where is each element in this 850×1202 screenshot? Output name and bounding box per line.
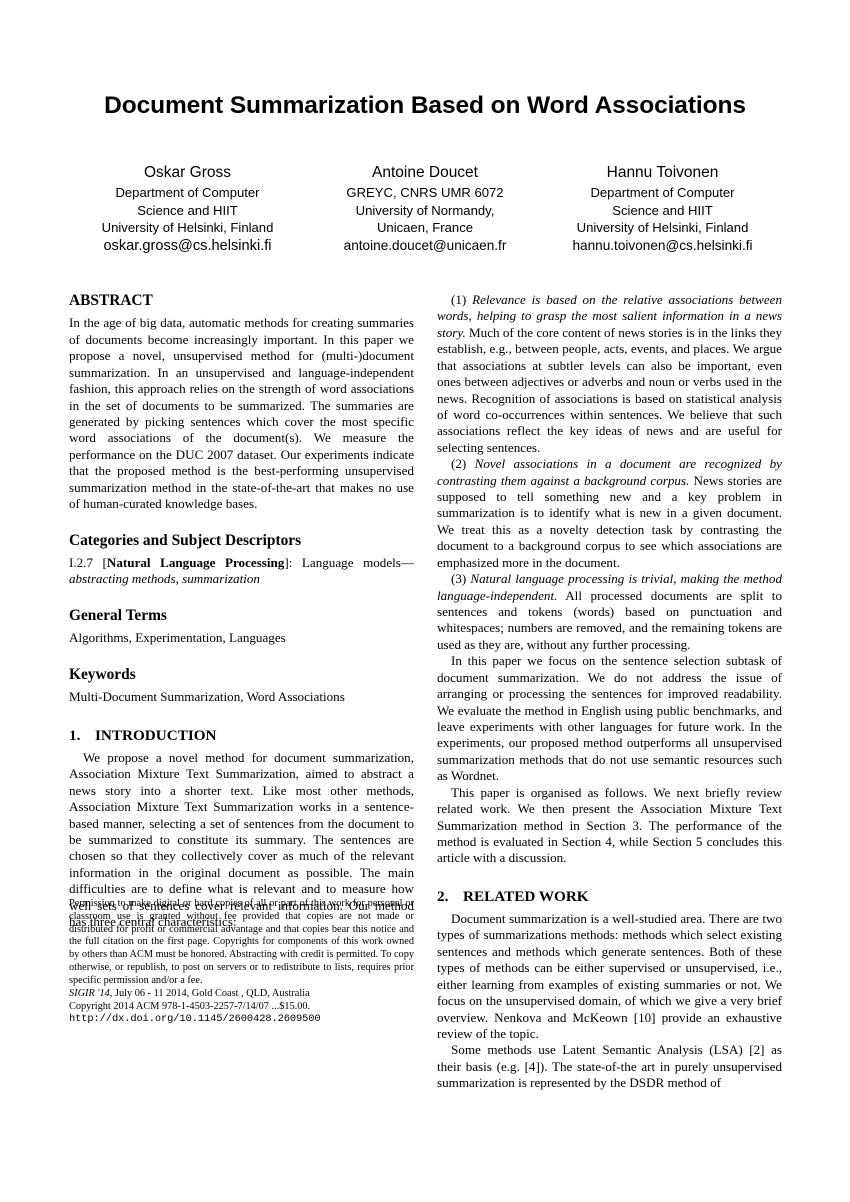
section-title: RELATED WORK — [463, 887, 589, 905]
paper-page: Document Summarization Based on Word Ass… — [0, 0, 850, 1202]
author-affiliation-line: University of Normandy, — [355, 202, 495, 218]
author-3: Hannu Toivonen Department of Computer Sc… — [544, 163, 781, 257]
author-email[interactable]: antoine.doucet@unicaen.fr — [307, 237, 544, 255]
heading-general-terms: General Terms — [69, 606, 167, 624]
left-column: ABSTRACT In the age of big data, automat… — [69, 292, 414, 931]
copyright-block: Permission to make digital or hard copie… — [69, 898, 414, 1026]
keywords-text: Multi-Document Summarization, Word Assoc… — [69, 689, 345, 705]
heading-introduction: 1. INTRODUCTION — [69, 727, 414, 745]
venue-name: SIGIR '14, — [69, 987, 113, 999]
copyright-acm-line: Copyright 2014 ACM 978-1-4503-2257-7/14/… — [69, 1000, 311, 1012]
heading-abstract: ABSTRACT — [69, 292, 153, 309]
characteristic-1: (1) Relevance is based on the relative a… — [437, 292, 782, 456]
author-name: Antoine Doucet — [372, 164, 478, 181]
categories-descriptor: Natural Language Processing — [106, 555, 285, 571]
categories-text: I.2.7 [Natural Language Processing]: Lan… — [69, 555, 414, 588]
characteristic-1-body: Much of the core content of news stories… — [437, 324, 782, 455]
author-affiliation-line: Science and HIIT — [612, 202, 713, 218]
author-affiliation-line: Department of Computer — [115, 185, 260, 201]
author-affiliation-line: University of Helsinki, Finland — [101, 220, 274, 236]
related-work-paragraph-2: Some methods use Latent Semantic Analysi… — [437, 1042, 782, 1091]
categories-mid: ]: Language models— — [284, 555, 414, 571]
author-affiliation-line: Science and HIIT — [137, 202, 238, 218]
section-title: INTRODUCTION — [95, 726, 217, 744]
intro-paragraph-4: In this paper we focus on the sentence s… — [437, 653, 782, 784]
heading-related-work: 2. RELATED WORK — [437, 888, 782, 906]
general-terms-text: Algorithms, Experimentation, Languages — [69, 630, 286, 646]
characteristic-2-number: (2) — [451, 456, 475, 472]
author-2: Antoine Doucet GREYC, CNRS UMR 6072 Univ… — [307, 163, 544, 257]
section-number: 2. — [437, 887, 449, 905]
doi-link[interactable]: http://dx.doi.org/10.1145/2600428.260950… — [69, 1013, 414, 1026]
author-email[interactable]: hannu.toivonen@cs.helsinki.fi — [544, 237, 781, 255]
categories-subjects: abstracting methods, summarization — [69, 571, 260, 587]
author-name: Hannu Toivonen — [606, 164, 719, 181]
characteristic-1-number: (1) — [451, 292, 473, 307]
related-work-paragraph-1: Document summarization is a well-studied… — [437, 911, 782, 1041]
heading-categories: Categories and Subject Descriptors — [69, 531, 302, 549]
venue-details: July 06 - 11 2014, Gold Coast , QLD, Aus… — [112, 987, 310, 999]
author-name: Oskar Gross — [144, 164, 231, 181]
author-affiliation-line: Unicaen, France — [376, 220, 474, 236]
page-title: Document Summarization Based on Word Ass… — [104, 92, 746, 119]
characteristic-3-number: (3) — [451, 571, 471, 587]
copyright-permission: Permission to make digital or hard copie… — [69, 898, 414, 986]
author-affiliation-line: Department of Computer — [590, 185, 735, 201]
heading-keywords: Keywords — [69, 665, 136, 683]
characteristic-2: (2) Novel associations in a document are… — [437, 456, 782, 571]
author-email[interactable]: oskar.gross@cs.helsinki.fi — [69, 237, 306, 256]
right-column: (1) Relevance is based on the relative a… — [437, 292, 782, 1092]
author-affiliation-line: GREYC, CNRS UMR 6072 — [346, 185, 504, 201]
section-number: 1. — [69, 726, 81, 744]
intro-paragraph-5: This paper is organised as follows. We n… — [437, 784, 782, 866]
copyright-venue: SIGIR '14, July 06 - 11 2014, Gold Coast… — [69, 988, 414, 1001]
author-affiliation-line: University of Helsinki, Finland — [576, 220, 749, 236]
categories-prefix: I.2.7 [ — [69, 555, 107, 571]
author-1: Oskar Gross Department of Computer Scien… — [69, 163, 306, 257]
characteristic-3: (3) Natural language processing is trivi… — [437, 571, 782, 653]
title-block: Document Summarization Based on Word Ass… — [69, 92, 781, 121]
author-block: Oskar Gross Department of Computer Scien… — [69, 163, 781, 257]
abstract-text: In the age of big data, automatic method… — [69, 315, 414, 512]
